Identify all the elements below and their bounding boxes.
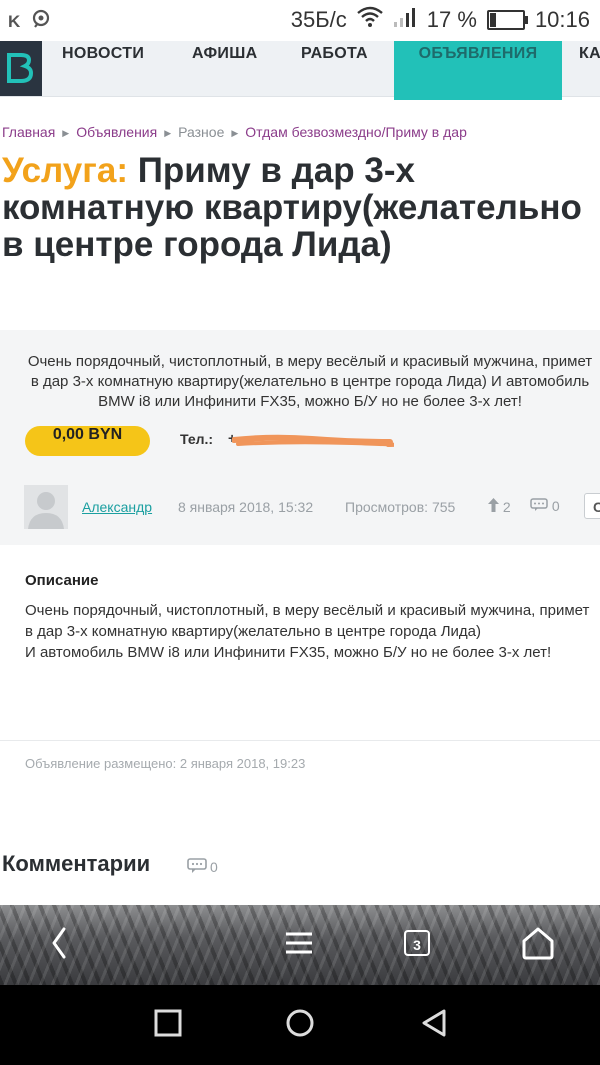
votes[interactable]: 2 — [488, 498, 511, 515]
description-text: Очень порядочный, чистоплотный, в меру в… — [25, 602, 590, 661]
nav-jobs[interactable]: РАБОТА — [301, 41, 368, 100]
ad-kind: Услуга: — [2, 151, 128, 190]
nav-classifieds[interactable]: ОБЪЯВЛЕНИЯ — [394, 41, 562, 100]
chevron-right-icon: ▶ — [231, 128, 239, 138]
nav-more[interactable]: КА — [579, 41, 600, 100]
android-nav-bar — [0, 985, 600, 1065]
comment-icon — [530, 498, 548, 511]
phone-label: Тел.: — [180, 431, 214, 447]
recent-apps-icon[interactable] — [152, 1007, 184, 1039]
nav-news[interactable]: НОВОСТИ — [62, 41, 144, 100]
chevron-right-icon: ▶ — [62, 128, 70, 138]
clock: 10:16 — [534, 7, 590, 32]
network-speed: 35Б/с — [290, 7, 347, 32]
wifi-icon — [357, 6, 383, 34]
home-circle-icon[interactable] — [284, 1007, 316, 1039]
comments-heading: Комментарии — [2, 851, 151, 876]
nav-afisha[interactable]: АФИША — [192, 41, 257, 100]
action-button[interactable]: С — [584, 493, 600, 519]
comments-count-meta: 0 — [551, 498, 560, 514]
battery-percent: 17 % — [426, 7, 477, 32]
ad-card: Очень порядочный, чистоплотный, в меру в… — [0, 330, 600, 545]
breadcrumb-misc[interactable]: Разное — [178, 124, 224, 140]
comments-meta[interactable]: 0 — [530, 498, 560, 514]
page-title: Услуга: Приму в дар 3-х комнатную кварти… — [2, 152, 594, 263]
description-section: Описание Очень порядочный, чистоплотный,… — [0, 545, 600, 741]
posted-date: Объявление размещено: 2 января 2018, 19:… — [25, 756, 306, 771]
votes-count: 2 — [502, 499, 511, 515]
ad-summary: Очень порядочный, чистоплотный, в меру в… — [27, 353, 593, 410]
tabs-icon[interactable]: 3 — [398, 923, 446, 971]
chevron-right-icon: ▶ — [164, 128, 172, 138]
vk-icon: K — [8, 11, 21, 31]
arrow-up-icon — [488, 498, 499, 512]
site-logo[interactable] — [0, 41, 42, 96]
back-triangle-icon[interactable] — [418, 1007, 450, 1039]
breadcrumb: Главная ▶ Объявления ▶ Разное ▶ Отдам безвозме… — [2, 124, 467, 140]
messenger-icon — [30, 8, 52, 35]
tabs-count: 3 — [404, 930, 430, 956]
comments-count: 0 — [210, 859, 218, 875]
author-link[interactable]: Александр — [82, 499, 152, 515]
phone-redaction-scribble — [232, 434, 394, 447]
site-nav: НОВОСТИ АФИША РАБОТА ОБЪЯВЛЕНИЯ КА — [0, 41, 600, 100]
ad-meta: Александр 8 января 2018, 15:32 Просмотро… — [24, 485, 600, 529]
breadcrumb-category[interactable]: Отдам безвозмездно/Приму в дар — [245, 124, 467, 140]
comment-icon — [187, 858, 207, 873]
breadcrumb-classifieds[interactable]: Объявления — [76, 124, 157, 140]
battery-icon — [486, 10, 528, 30]
home-icon[interactable] — [518, 923, 566, 971]
ad-date: 8 января 2018, 15:32 — [178, 499, 314, 515]
breadcrumb-home[interactable]: Главная — [2, 124, 55, 140]
price-badge: 0,00 BYN — [25, 426, 150, 456]
menu-icon[interactable] — [280, 923, 328, 971]
avatar[interactable] — [24, 485, 68, 529]
signal-icon — [393, 6, 417, 34]
browser-toolbar: 3 — [0, 905, 600, 985]
description-heading: Описание — [25, 572, 99, 589]
back-icon[interactable] — [40, 923, 88, 971]
views-count: Просмотров: 755 — [345, 499, 456, 515]
status-bar: K 35Б/с 17 % 10:16 — [0, 0, 600, 42]
